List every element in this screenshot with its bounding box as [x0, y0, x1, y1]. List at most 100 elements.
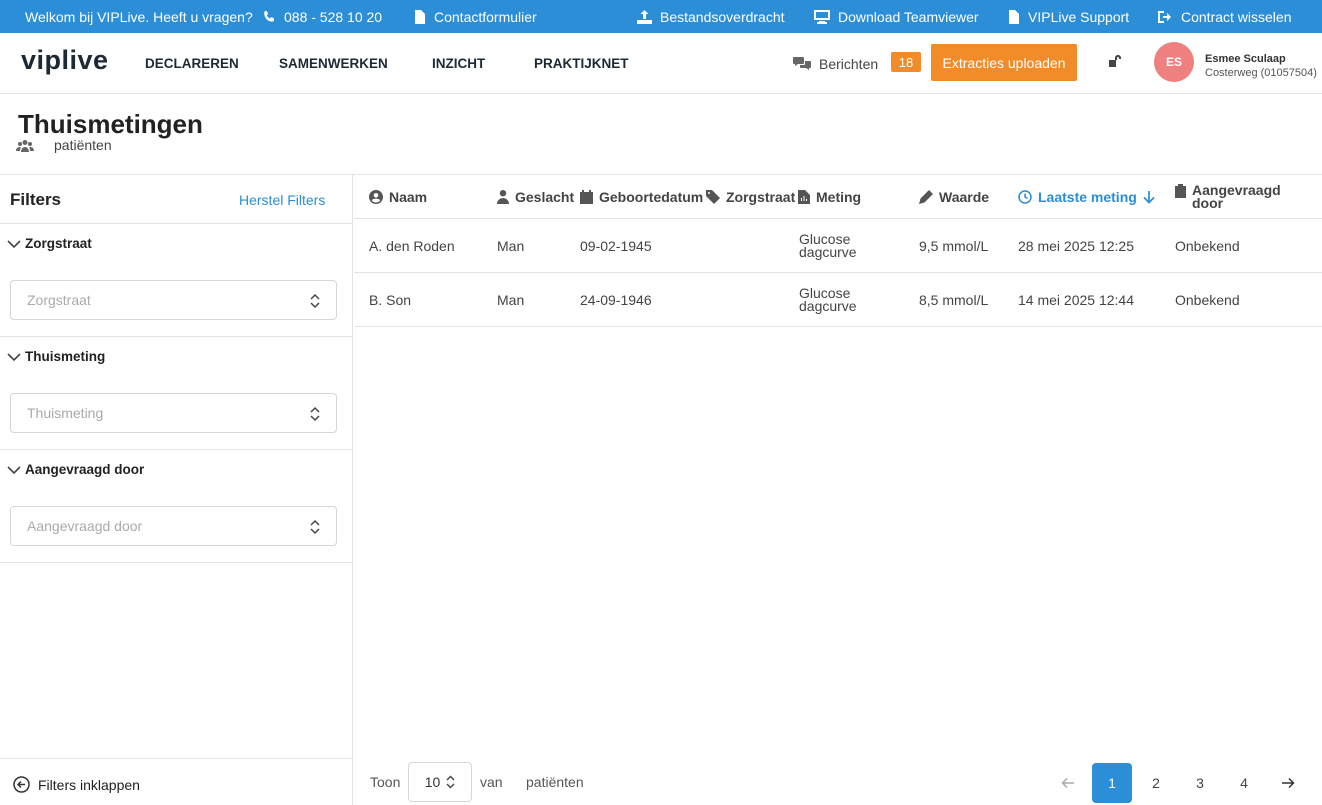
cell-naam[interactable]: B. Son — [369, 273, 411, 327]
top-info-bar: Welkom bij VIPLive. Heeft u vragen? 088 … — [0, 0, 1322, 33]
cell-laatste-meting: 28 mei 2025 12:25 — [1018, 238, 1134, 254]
arrow-left-circle-icon — [13, 776, 30, 793]
avatar[interactable]: ES — [1154, 42, 1194, 82]
welcome-text: Welkom bij VIPLive. Heeft u vragen? — [25, 0, 253, 33]
page-title: Thuismetingen — [18, 109, 203, 139]
filter-label: Zorgstraat — [25, 236, 92, 251]
per-page-select[interactable]: 10 — [408, 762, 472, 802]
user-icon — [497, 190, 509, 204]
clock-icon — [1018, 190, 1032, 204]
aangevraagd-select[interactable]: Aangevraagd door — [10, 506, 337, 546]
page-button-1[interactable]: 1 — [1092, 763, 1132, 803]
arrow-right-icon — [1282, 777, 1295, 789]
filter-label: Thuismeting — [25, 349, 106, 364]
thuismeting-select[interactable]: Thuismeting — [10, 393, 337, 433]
cell-geslacht: Man — [497, 238, 525, 254]
cell-naam[interactable]: A. den Roden — [369, 219, 455, 273]
column-label: Geslacht — [515, 189, 575, 205]
reset-filters-link[interactable]: Herstel Filters — [239, 192, 325, 208]
filters-title: Filters — [10, 190, 62, 209]
nav-inzicht[interactable]: INZICHT — [432, 33, 485, 94]
column-header-aangevraagd[interactable]: Aangevraagd door — [1175, 175, 1281, 219]
collapse-filters-button[interactable]: Filters inklappen — [13, 776, 140, 793]
per-page-value: 10 — [424, 774, 441, 790]
filter-label: Aangevraagd door — [25, 462, 145, 477]
unlock-icon — [1109, 55, 1121, 67]
meting-line: dagcurve — [799, 298, 857, 314]
contact-form-link[interactable]: Contactformulier — [414, 0, 537, 33]
teamviewer-label: Download Teamviewer — [838, 8, 979, 25]
nav-praktijknet[interactable]: PRAKTIJKNET — [534, 33, 629, 94]
switch-contract-label: Contract wisselen — [1181, 8, 1292, 25]
of-label: van — [480, 774, 503, 790]
column-header-meting[interactable]: Meting — [798, 175, 861, 219]
chevron-updown-icon — [310, 406, 320, 422]
page-button-3[interactable]: 3 — [1180, 763, 1220, 803]
chat-icon — [793, 56, 811, 70]
switch-contract-link[interactable]: Contract wisselen — [1158, 0, 1292, 33]
table-row[interactable]: A. den Roden Man 09-02-1945 Glucose dagcu… — [354, 219, 1322, 273]
calendar-icon — [580, 190, 593, 204]
zorgstraat-select[interactable]: Zorgstraat — [10, 280, 337, 320]
column-header-geboortedatum[interactable]: Geboortedatum — [580, 175, 703, 219]
column-label: Meting — [816, 189, 862, 205]
filter-toggle-thuismeting[interactable]: Thuismeting — [7, 349, 105, 364]
phone-link[interactable]: 088 - 528 10 20 — [262, 0, 382, 33]
column-label: Zorgstraat — [726, 189, 796, 205]
chevron-updown-icon — [446, 775, 455, 789]
prev-page-button[interactable] — [1048, 763, 1088, 803]
unit-label: patiënten — [526, 774, 584, 790]
filters-sidebar: Filters Herstel Filters Zorgstraat Zorgs… — [0, 175, 353, 805]
cell-waarde: 8,5 mmol/L — [919, 292, 989, 308]
support-link[interactable]: VIPLive Support — [1008, 0, 1129, 33]
nav-declareren[interactable]: DECLAREREN — [145, 33, 239, 94]
divider — [0, 223, 352, 224]
divider — [0, 449, 352, 450]
support-label: VIPLive Support — [1028, 8, 1130, 25]
arrow-left-icon — [1061, 777, 1074, 789]
aangevraagd-placeholder: Aangevraagd door — [27, 518, 143, 534]
show-label: Toon — [370, 774, 401, 790]
file-transfer-link[interactable]: Bestandsoverdracht — [637, 0, 785, 33]
column-header-naam[interactable]: Naam — [369, 175, 427, 219]
lock-button[interactable] — [1107, 54, 1121, 71]
column-header-laatste-meting[interactable]: Laatste meting — [1018, 175, 1155, 219]
column-label: Laatste meting — [1038, 189, 1137, 205]
table-header: Naam Geslacht Geboortedatum Zorgstraat M… — [354, 175, 1322, 219]
column-label: door — [1192, 195, 1224, 211]
users-icon — [16, 139, 34, 152]
column-header-geslacht[interactable]: Geslacht — [497, 175, 574, 219]
chevron-updown-icon — [310, 293, 320, 309]
column-header-waarde[interactable]: Waarde — [919, 175, 989, 219]
page-button-4[interactable]: 4 — [1224, 763, 1264, 803]
filter-toggle-aangevraagd[interactable]: Aangevraagd door — [7, 462, 144, 477]
user-location: Costerweg (01057504) — [1205, 67, 1317, 79]
messages-button[interactable]: Berichten — [793, 33, 878, 94]
nav-samenwerken[interactable]: SAMENWERKEN — [279, 33, 388, 94]
column-label: Naam — [389, 189, 428, 205]
upload-icon — [637, 9, 652, 24]
divider — [0, 758, 352, 759]
phone-icon — [264, 10, 275, 22]
upload-extractions-button[interactable]: Extracties uploaden — [931, 44, 1077, 81]
chevron-updown-icon — [310, 519, 320, 535]
column-label: Waarde — [939, 189, 990, 205]
teamviewer-link[interactable]: Download Teamviewer — [814, 0, 979, 33]
meting-line: dagcurve — [799, 244, 857, 260]
filter-toggle-zorgstraat[interactable]: Zorgstraat — [7, 236, 92, 251]
user-circle-icon — [369, 190, 383, 204]
logo[interactable]: viplive — [21, 45, 109, 76]
table-row[interactable]: B. Son Man 24-09-1946 Glucose dagcurve 8,… — [354, 273, 1322, 327]
cell-meting: Glucose dagcurve — [799, 273, 857, 327]
divider — [0, 336, 352, 337]
sort-arrow-down-icon[interactable] — [1143, 190, 1155, 204]
column-header-zorgstraat[interactable]: Zorgstraat — [706, 175, 795, 219]
user-name[interactable]: Esmee Sculaap — [1205, 53, 1286, 65]
welcome-label: Welkom bij VIPLive. Heeft u vragen? — [25, 8, 253, 25]
contact-form-label: Contactformulier — [434, 8, 537, 25]
page-button-2[interactable]: 2 — [1136, 763, 1176, 803]
cell-geslacht: Man — [497, 292, 525, 308]
file-chart-icon — [798, 190, 810, 204]
cell-geboortedatum: 24-09-1946 — [580, 292, 652, 308]
next-page-button[interactable] — [1268, 763, 1308, 803]
